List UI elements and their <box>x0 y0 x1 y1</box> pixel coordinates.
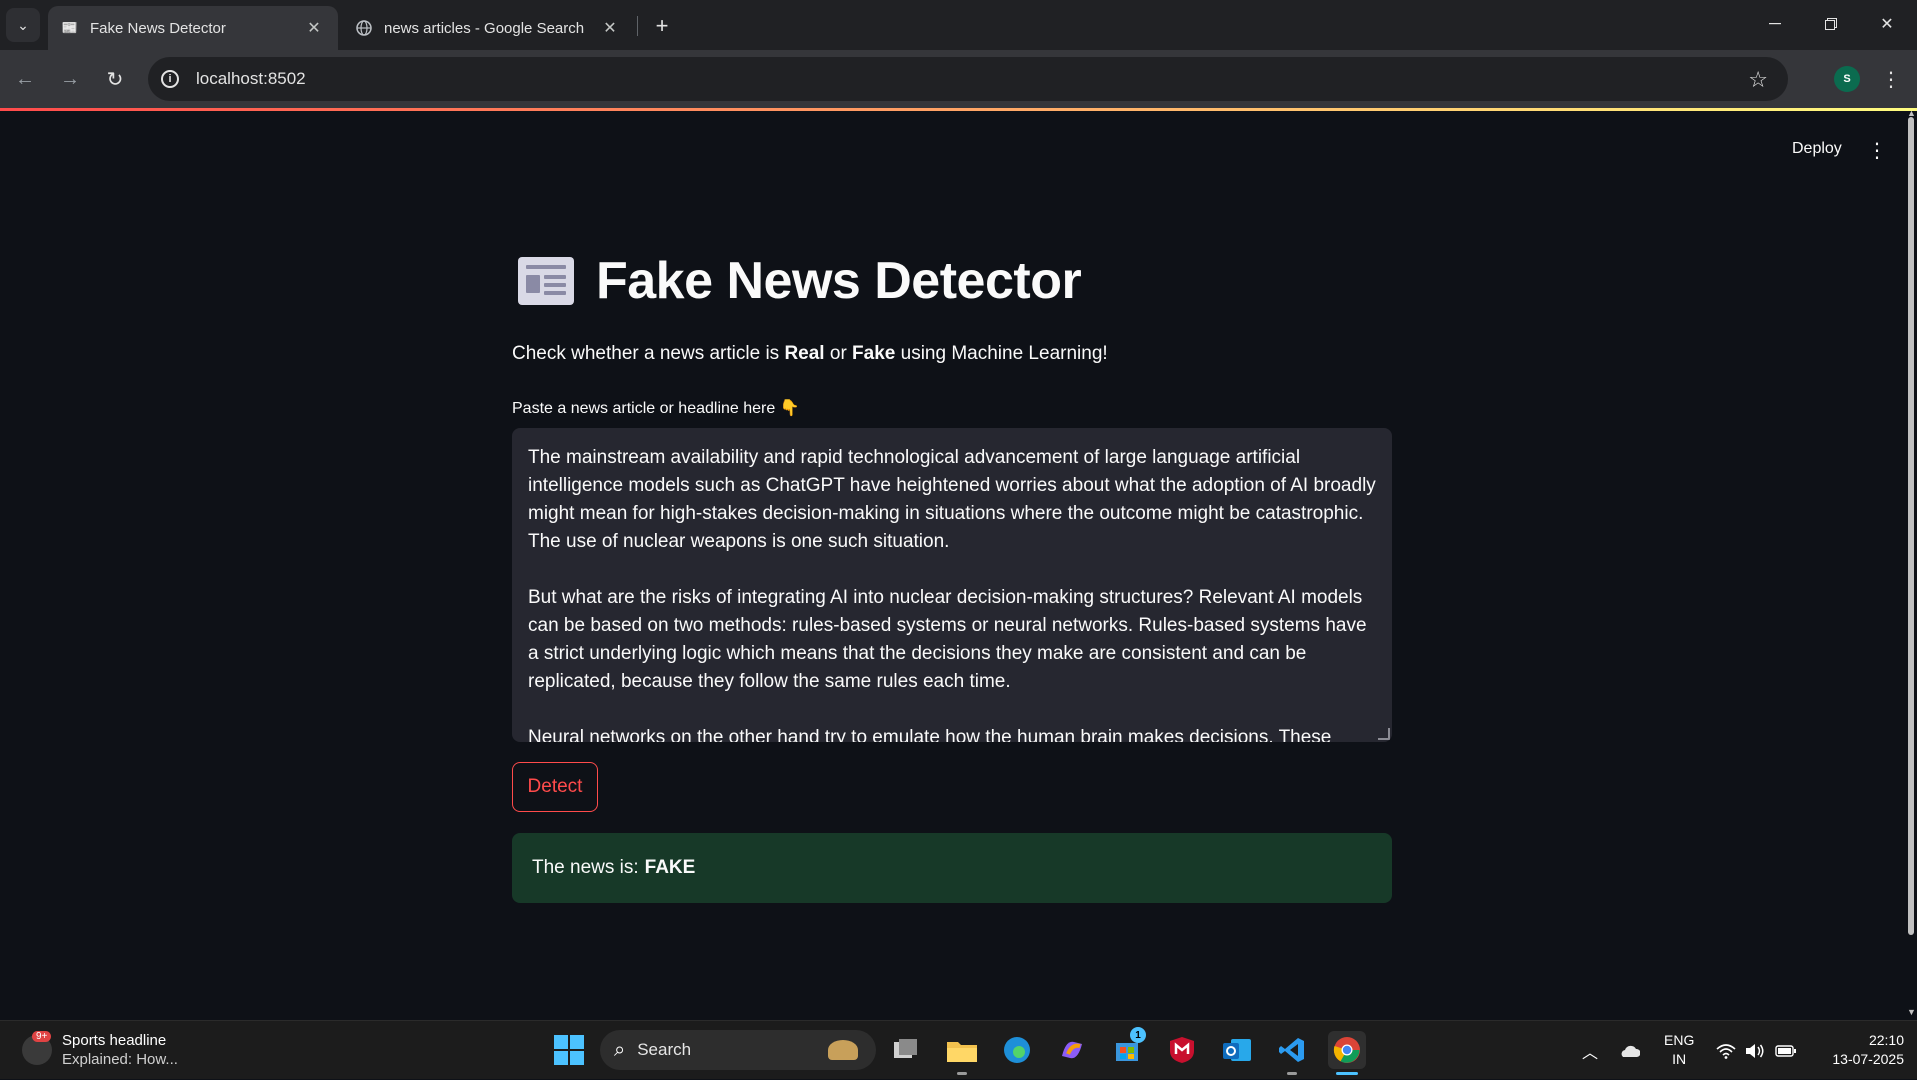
globe-favicon-icon <box>356 20 372 36</box>
widget-headline: Sports headline <box>62 1032 167 1049</box>
wifi-icon[interactable] <box>1716 1021 1736 1080</box>
widget-badge: 9+ <box>32 1031 52 1042</box>
volume-icon[interactable] <box>1745 1021 1765 1080</box>
taskbar-search-label: Search <box>637 1040 692 1059</box>
battery-icon[interactable] <box>1775 1021 1797 1080</box>
newspaper-icon <box>518 257 574 305</box>
browser-toolbar: ← → ↻ i localhost:8502 ☆ S ⋮ <box>0 50 1917 108</box>
tab-google-search[interactable]: news articles - Google Search ✕ <box>342 6 634 50</box>
close-tab-icon[interactable]: ✕ <box>304 18 324 38</box>
taskbar-search[interactable]: ⌕ Search <box>600 1030 876 1070</box>
url-text[interactable]: localhost:8502 <box>196 69 306 89</box>
close-window-button[interactable]: ✕ <box>1864 6 1910 42</box>
site-info-icon[interactable]: i <box>148 57 192 101</box>
task-view-icon[interactable] <box>888 1031 926 1069</box>
tab-title: Fake News Detector <box>90 19 226 37</box>
subtitle-text: Check whether a news article is <box>512 343 785 364</box>
address-bar[interactable]: i localhost:8502 ☆ <box>148 57 1788 101</box>
result-value: FAKE <box>644 857 696 878</box>
microsoft-store-icon[interactable]: 1 <box>1108 1027 1146 1069</box>
system-clock[interactable]: 22:10 13-07-2025 <box>1814 1031 1904 1069</box>
deploy-button[interactable]: Deploy <box>1782 134 1852 164</box>
subtitle-real: Real <box>784 343 825 364</box>
clock-time: 22:10 <box>1868 1032 1904 1048</box>
title-row: Fake News Detector <box>518 251 1082 311</box>
resize-handle[interactable] <box>1378 728 1390 740</box>
tab-search-button[interactable]: ⌄ <box>6 8 40 42</box>
file-explorer-icon[interactable] <box>943 1031 981 1075</box>
browser-menu-icon[interactable]: ⋮ <box>1876 64 1906 94</box>
reload-icon[interactable]: ↻ <box>100 64 130 94</box>
chrome-icon[interactable] <box>1328 1031 1366 1075</box>
copilot-icon[interactable] <box>1053 1031 1091 1069</box>
article-textarea-value[interactable]: The mainstream availability and rapid te… <box>528 444 1376 742</box>
widgets-icon: 9+ <box>22 1031 52 1065</box>
clock-date: 13-07-2025 <box>1832 1051 1904 1067</box>
windows-taskbar: 9+ Sports headline Explained: How... ⌕ S… <box>0 1020 1917 1079</box>
widget-subtext: Explained: How... <box>62 1051 178 1068</box>
close-tab-icon[interactable]: ✕ <box>600 18 620 38</box>
result-prefix: The news is: <box>532 857 639 878</box>
search-highlight-icon <box>828 1040 858 1060</box>
language-region: IN <box>1672 1051 1687 1067</box>
page-scrollbar[interactable]: ▲ ▼ <box>1906 111 1917 1020</box>
result-alert: The news is: FAKE <box>512 833 1392 903</box>
article-textarea[interactable]: The mainstream availability and rapid te… <box>512 428 1392 742</box>
forward-arrow-icon[interactable]: → <box>55 64 85 94</box>
back-arrow-icon[interactable]: ← <box>10 64 40 94</box>
newspaper-favicon-icon: 📰 <box>61 20 79 35</box>
browser-tabstrip: ⌄ 📰 Fake News Detector ✕ news articles -… <box>0 0 1917 50</box>
article-input-label: Paste a news article or headline here 👇 <box>512 400 800 417</box>
subtitle-text: using Machine Learning! <box>895 343 1108 364</box>
news-widget[interactable]: 9+ Sports headline Explained: How... <box>22 1031 178 1069</box>
subtitle-text: or <box>824 343 853 364</box>
bookmark-star-icon[interactable]: ☆ <box>1748 67 1768 93</box>
language-code: ENG <box>1664 1032 1695 1048</box>
app-viewport: Deploy ⋮ Fake News Detector Check whethe… <box>0 111 1917 1020</box>
language-indicator[interactable]: ENG IN <box>1664 1031 1694 1069</box>
edge-browser-icon[interactable] <box>998 1031 1036 1069</box>
minimize-window-button[interactable] <box>1752 6 1798 42</box>
tab-fake-news-detector[interactable]: 📰 Fake News Detector ✕ <box>48 6 338 50</box>
search-icon: ⌕ <box>614 1038 626 1061</box>
scroll-down-arrow-icon[interactable]: ▼ <box>1907 1007 1916 1017</box>
windows-start-icon[interactable] <box>554 1035 584 1065</box>
tab-separator <box>637 16 638 36</box>
outlook-icon[interactable] <box>1218 1031 1256 1069</box>
detect-button[interactable]: Detect <box>512 762 598 812</box>
mcafee-shield-icon[interactable] <box>1163 1031 1201 1069</box>
show-hidden-icons-chevron-icon[interactable]: ︿ <box>1582 1021 1598 1080</box>
new-tab-button[interactable]: + <box>648 12 676 40</box>
tab-title: news articles - Google Search <box>384 19 585 37</box>
profile-avatar[interactable]: S <box>1834 66 1860 92</box>
subtitle-fake: Fake <box>852 343 896 364</box>
store-badge: 1 <box>1130 1027 1146 1043</box>
onedrive-cloud-icon[interactable] <box>1618 1021 1640 1080</box>
vscode-icon[interactable] <box>1273 1031 1311 1075</box>
page-title: Fake News Detector <box>596 252 1082 310</box>
app-main-menu-icon[interactable]: ⋮ <box>1862 135 1892 165</box>
scroll-thumb[interactable] <box>1908 117 1914 935</box>
page-subtitle: Check whether a news article is Real or … <box>512 343 1108 365</box>
restore-window-button[interactable] <box>1808 6 1854 42</box>
